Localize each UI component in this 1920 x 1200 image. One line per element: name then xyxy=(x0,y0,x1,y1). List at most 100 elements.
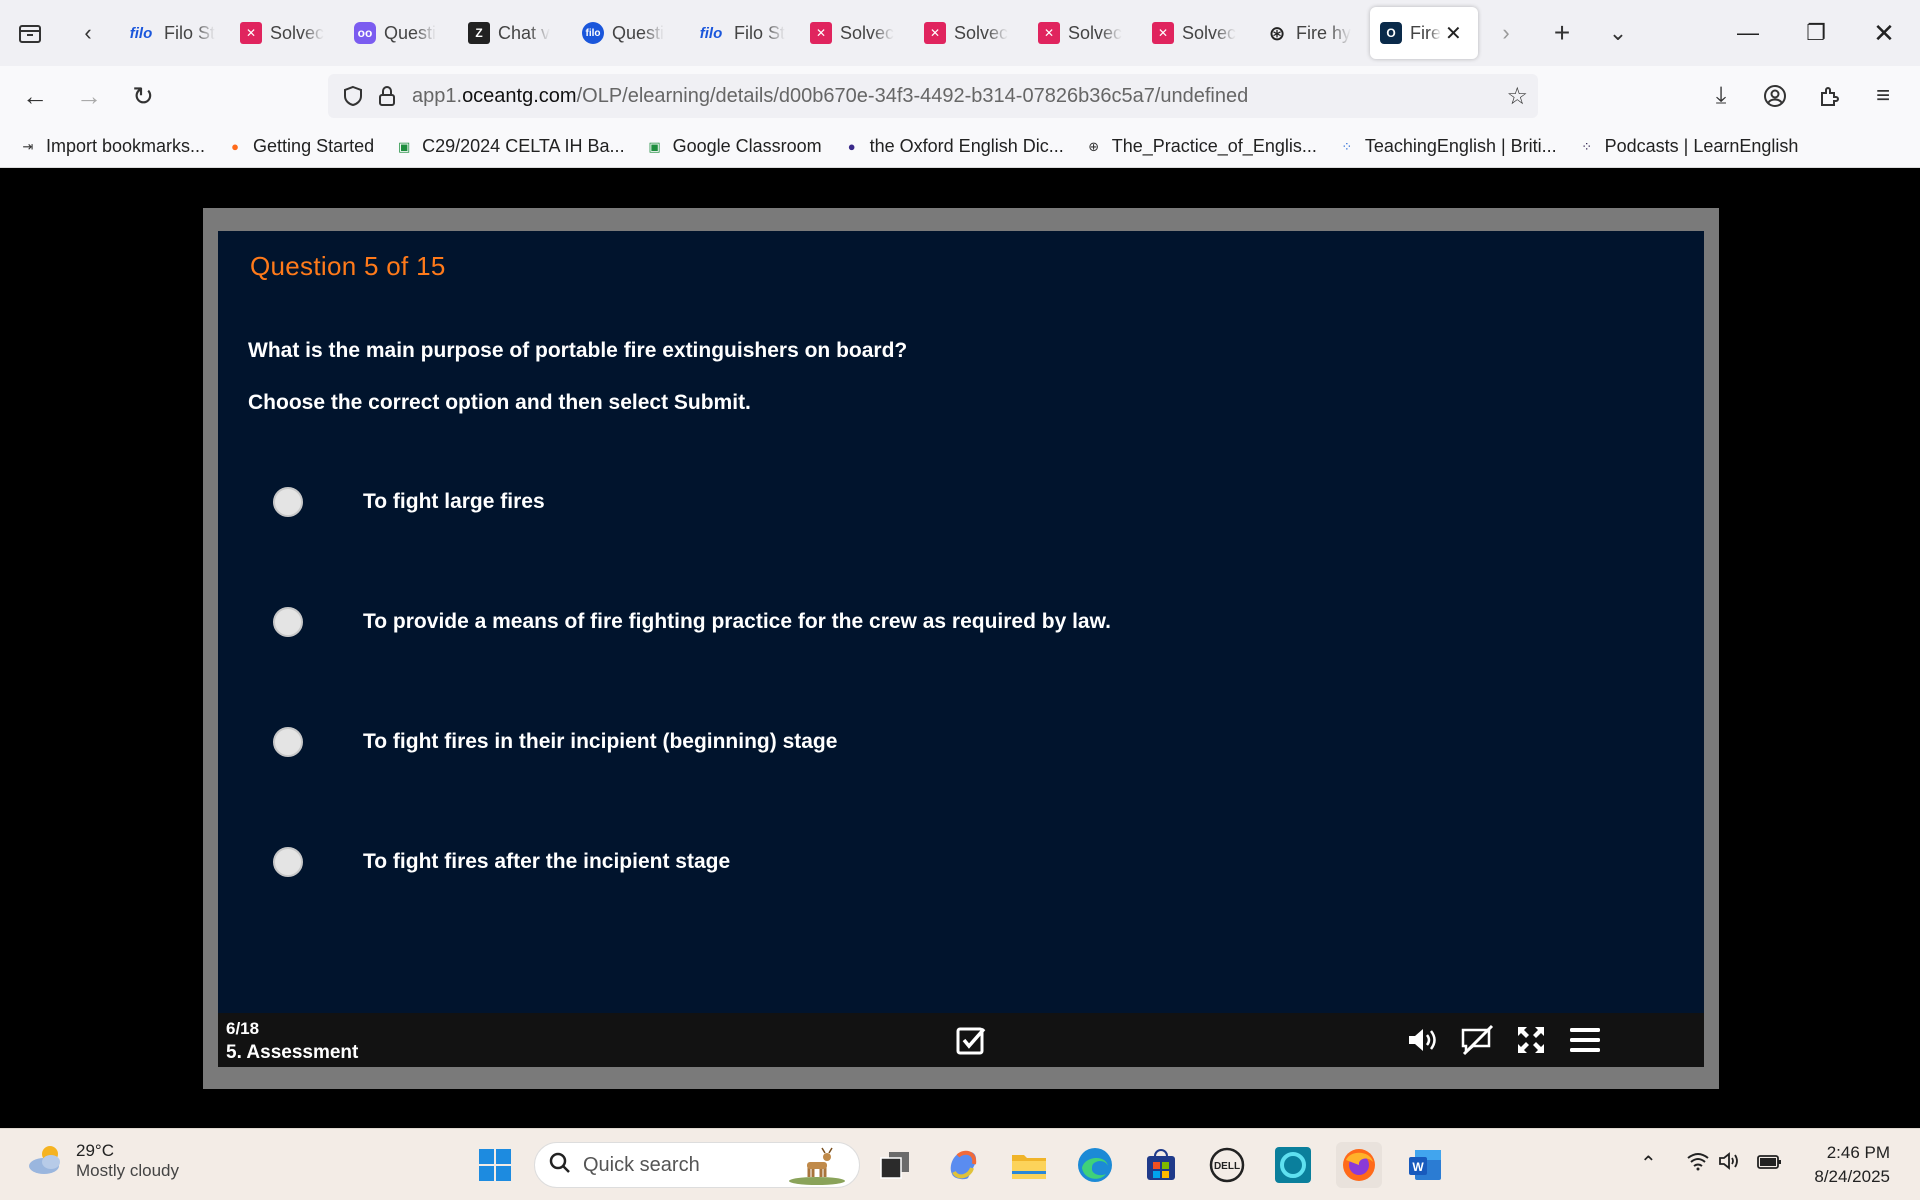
reload-icon[interactable]: ↻ xyxy=(116,66,170,126)
browser-tab[interactable]: filo Questi xyxy=(572,7,686,59)
cortana-icon[interactable] xyxy=(1270,1142,1316,1188)
cloudy-weather-icon xyxy=(26,1142,66,1181)
answer-option-label: To fight fires in their incipient (begin… xyxy=(363,730,838,753)
browser-tab[interactable]: ✕ Solvec xyxy=(1028,7,1142,59)
browser-tab[interactable]: ✕ Solvec xyxy=(800,7,914,59)
browser-tab[interactable]: ✕ Solvec xyxy=(914,7,1028,59)
firefox-icon: ● xyxy=(231,139,239,154)
new-tab-icon[interactable]: + xyxy=(1534,0,1590,66)
x-favicon-icon: ✕ xyxy=(924,22,946,44)
battery-icon[interactable] xyxy=(1756,1151,1784,1177)
volume-icon[interactable] xyxy=(1404,1022,1442,1058)
radio-button[interactable] xyxy=(273,607,303,637)
slide-count: 6/18 xyxy=(226,1019,260,1038)
browser-tab[interactable]: ✕ Solvec xyxy=(230,7,344,59)
firefox-icon[interactable] xyxy=(1336,1142,1382,1188)
tab-label: Solvec xyxy=(1182,22,1237,43)
scroll-tabs-left-icon[interactable]: ‹ xyxy=(60,0,116,66)
bookmark-item[interactable]: ▣ Google Classroom xyxy=(645,136,821,157)
x-favicon-icon: ✕ xyxy=(810,22,832,44)
url-text[interactable]: app1.oceantg.com/OLP/elearning/details/d… xyxy=(412,85,1248,108)
question-slide: Question 5 of 15 What is the main purpos… xyxy=(218,231,1704,1013)
tab-label: Solvec xyxy=(954,22,1009,43)
browser-tab[interactable]: oo Questi xyxy=(344,7,458,59)
edge-icon[interactable] xyxy=(1072,1142,1118,1188)
back-icon[interactable]: ← xyxy=(8,66,62,126)
browser-tab[interactable]: ⊛ Fire hy xyxy=(1256,7,1370,59)
microsoft-store-icon[interactable] xyxy=(1138,1142,1184,1188)
task-view-icon[interactable] xyxy=(872,1142,918,1188)
browser-tab[interactable]: Z Chat v xyxy=(458,7,572,59)
menu-icon[interactable] xyxy=(1566,1022,1604,1058)
taskbar-search[interactable]: Quick search xyxy=(534,1142,860,1188)
bookmark-item[interactable]: ● the Oxford English Dic... xyxy=(842,136,1064,157)
scroll-tabs-right-icon[interactable]: › xyxy=(1478,0,1534,66)
tab-label: Solvec xyxy=(1068,22,1123,43)
url-bar[interactable]: app1.oceantg.com/OLP/elearning/details/d… xyxy=(328,74,1538,118)
tab-label: Chat v xyxy=(498,22,551,43)
clock-time: 2:46 PM xyxy=(1826,1143,1890,1162)
bookmarks-bar: ⇥ Import bookmarks... ● Getting Started ▣ C29… xyxy=(0,126,1920,168)
tab-label: Questi xyxy=(384,22,437,43)
restore-icon[interactable]: ❐ xyxy=(1782,0,1850,66)
x-favicon-icon: ✕ xyxy=(240,22,262,44)
tab-overview-icon[interactable] xyxy=(0,0,60,66)
system-clock[interactable]: 2:46 PM 8/24/2025 xyxy=(1814,1141,1890,1189)
radio-button[interactable] xyxy=(273,727,303,757)
speaker-icon[interactable] xyxy=(1718,1151,1742,1177)
close-tab-icon[interactable]: ✕ xyxy=(1445,21,1462,46)
bookmark-label: Podcasts | LearnEnglish xyxy=(1604,136,1799,156)
bookmark-item[interactable]: ▣ C29/2024 CELTA IH Ba... xyxy=(394,136,625,157)
bookmark-item[interactable]: ⊕ The_Practice_of_Englis... xyxy=(1084,136,1317,157)
bookmark-label: The_Practice_of_Englis... xyxy=(1111,136,1317,156)
ocean-favicon-icon: O xyxy=(1380,22,1402,44)
dell-icon[interactable]: DELL xyxy=(1204,1142,1250,1188)
file-explorer-icon[interactable] xyxy=(1006,1142,1052,1188)
list-tabs-icon[interactable]: ⌄ xyxy=(1590,0,1646,66)
question-counter: Question 5 of 15 xyxy=(250,251,446,281)
answer-option-1[interactable]: To fight large fires xyxy=(273,482,545,522)
bookmark-item[interactable]: ● Getting Started xyxy=(225,136,374,157)
lock-icon[interactable] xyxy=(370,85,404,107)
browser-tab[interactable]: filo Filo St xyxy=(116,7,230,59)
page-content: Question 5 of 15 What is the main purpos… xyxy=(0,168,1920,1128)
british-council-icon: ⁘ xyxy=(1341,138,1353,154)
bookmark-star-icon[interactable]: ☆ xyxy=(1506,82,1528,111)
answer-option-3[interactable]: To fight fires in their incipient (begin… xyxy=(273,722,837,762)
submit-checkbox-icon[interactable] xyxy=(952,1022,990,1058)
tracking-shield-icon[interactable] xyxy=(336,85,370,107)
captions-off-icon[interactable] xyxy=(1458,1022,1496,1058)
svg-text:W: W xyxy=(1412,1160,1424,1174)
downloads-icon[interactable]: ⤓ xyxy=(1694,66,1748,126)
import-icon: ⇥ xyxy=(22,138,34,154)
x-favicon-icon: ✕ xyxy=(1152,22,1174,44)
tab-list: filo Filo St ✕ Solvec oo Questi Z Chat v filo Que… xyxy=(116,0,1478,66)
tab-label: Filo St xyxy=(164,22,216,43)
show-hidden-icons-icon[interactable]: ⌃ xyxy=(1640,1151,1657,1176)
fullscreen-icon[interactable] xyxy=(1512,1022,1550,1058)
account-icon[interactable] xyxy=(1748,66,1802,126)
menu-icon[interactable]: ≡ xyxy=(1856,66,1910,126)
close-window-icon[interactable]: ✕ xyxy=(1850,0,1918,66)
bookmark-item[interactable]: ⁘ TeachingEnglish | Briti... xyxy=(1337,136,1556,157)
tab-label: Questi xyxy=(612,22,665,43)
answer-option-4[interactable]: To fight fires after the incipient stage xyxy=(273,842,730,882)
bookmark-item[interactable]: ⇥ Import bookmarks... xyxy=(18,136,206,157)
weather-widget[interactable]: 29°C Mostly cloudy xyxy=(26,1141,179,1181)
browser-tab[interactable]: ✕ Solvec xyxy=(1142,7,1256,59)
bookmark-item[interactable]: ⁘ Podcasts | LearnEnglish xyxy=(1577,136,1799,157)
forward-icon[interactable]: → xyxy=(62,66,116,126)
browser-tab[interactable]: O Fire ✕ xyxy=(1370,7,1478,59)
browser-tab[interactable]: filo Filo St xyxy=(686,7,800,59)
radio-button[interactable] xyxy=(273,847,303,877)
radio-button[interactable] xyxy=(273,487,303,517)
minimize-icon[interactable]: — xyxy=(1714,0,1782,66)
filo-favicon-icon: filo xyxy=(699,24,723,42)
wifi-icon[interactable] xyxy=(1686,1151,1710,1177)
owl-favicon-icon: oo xyxy=(354,22,376,44)
start-windows-icon[interactable] xyxy=(472,1142,518,1188)
word-icon[interactable]: W xyxy=(1402,1142,1448,1188)
answer-option-2[interactable]: To provide a means of fire fighting prac… xyxy=(273,602,1111,642)
copilot-icon[interactable] xyxy=(940,1142,986,1188)
extensions-icon[interactable] xyxy=(1802,66,1856,126)
